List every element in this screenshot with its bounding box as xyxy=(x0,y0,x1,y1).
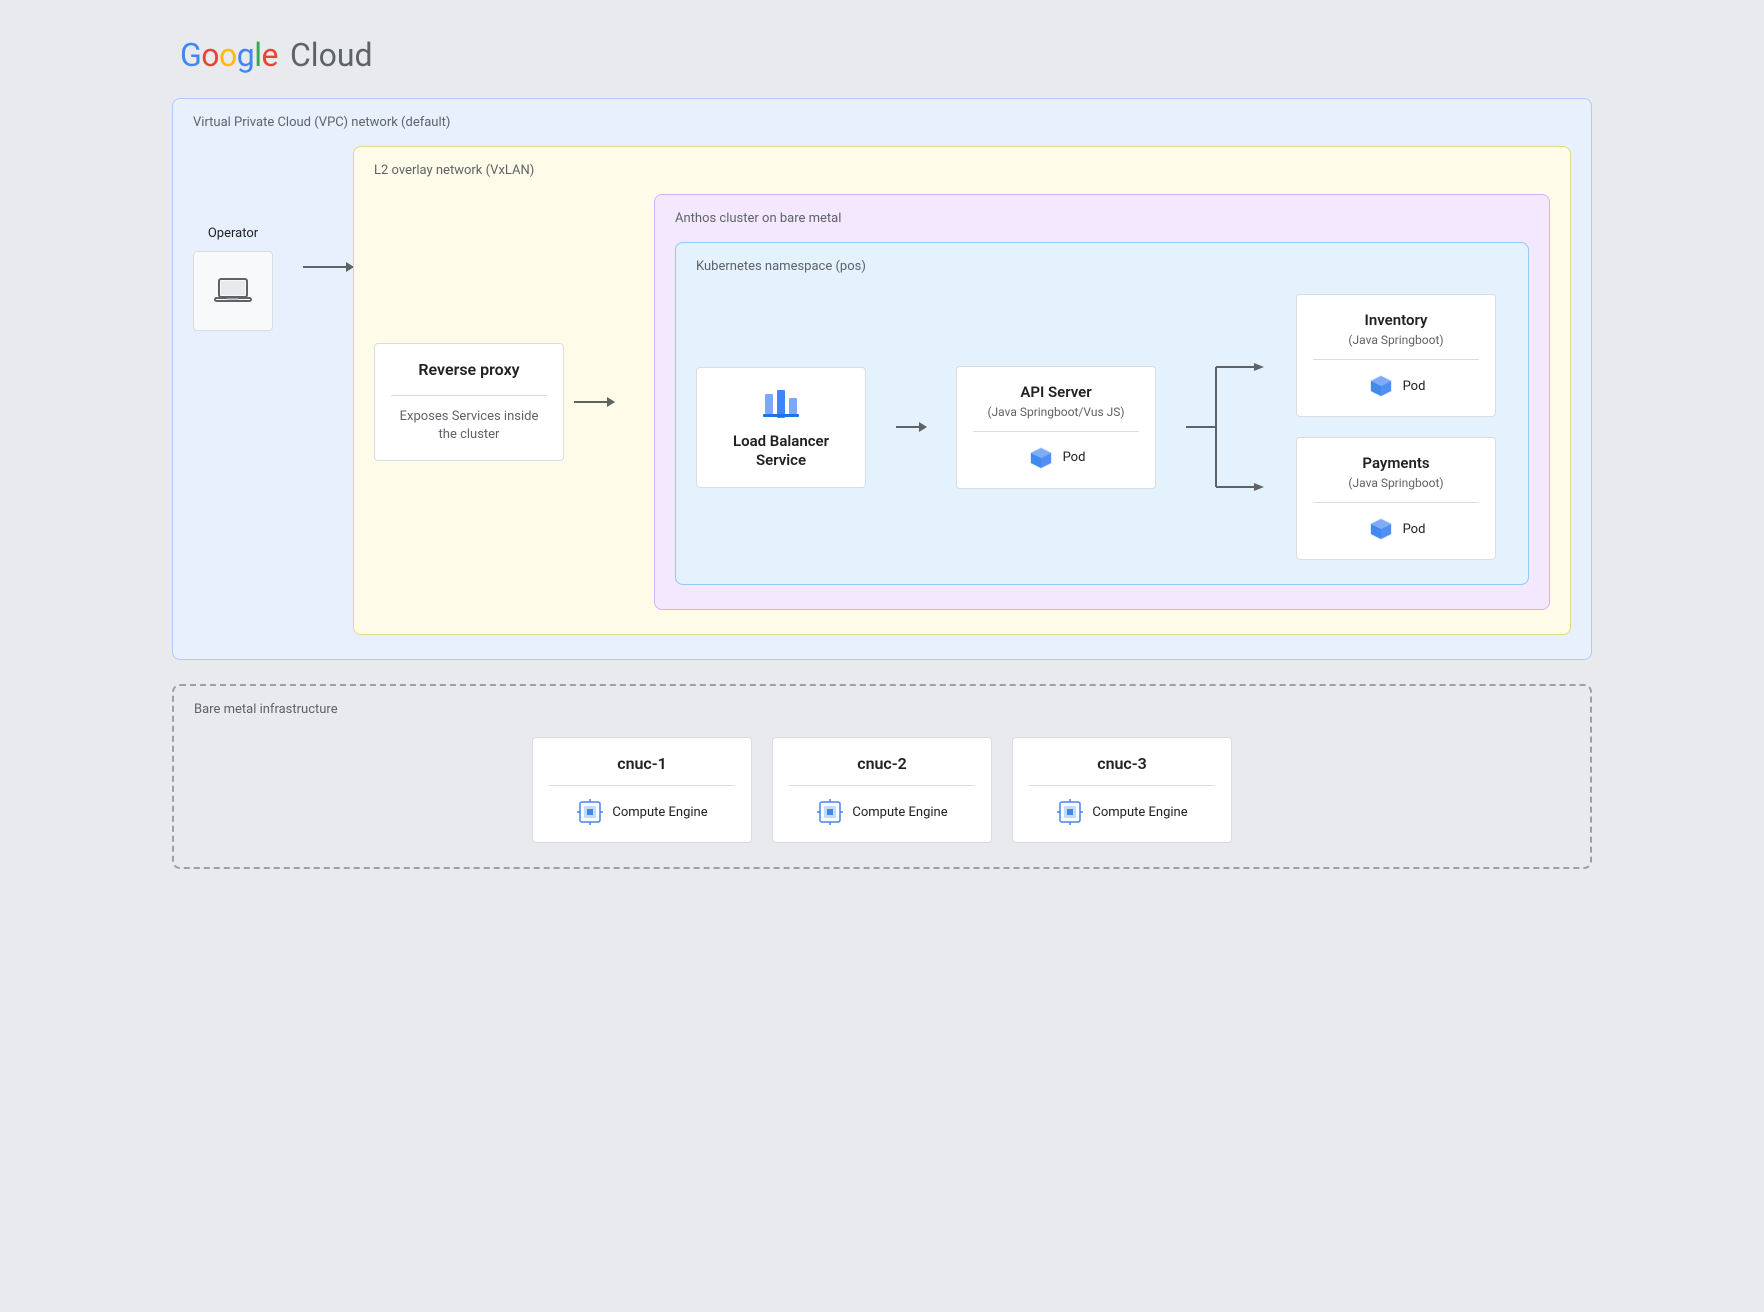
inventory-pod-icon xyxy=(1367,372,1395,400)
ce-icon-2 xyxy=(816,798,844,826)
infra-nodes: cnuc-1 Compute Engine cnuc- xyxy=(194,737,1570,843)
payments-pod-label: Pod xyxy=(1403,522,1426,537)
operator-box xyxy=(193,251,273,331)
anthos-box: Anthos cluster on bare metal Kubernetes … xyxy=(654,194,1550,610)
inventory-box: Inventory (Java Springboot) xyxy=(1296,294,1496,417)
lb-icon xyxy=(759,384,803,424)
bare-metal-label: Bare metal infrastructure xyxy=(194,702,1570,717)
node-cnuc3-title: cnuc-3 xyxy=(1029,754,1215,773)
node-cnuc3: cnuc-3 Compute Engine xyxy=(1012,737,1232,843)
ce-icon-3 xyxy=(1056,798,1084,826)
api-title: API Server xyxy=(973,383,1139,401)
payments-pod-icon xyxy=(1367,515,1395,543)
api-pod-icon xyxy=(1027,444,1055,472)
bare-metal-box: Bare metal infrastructure cnuc-1 Comp xyxy=(172,684,1592,869)
header: Google Cloud xyxy=(20,20,1744,98)
payments-subtitle: (Java Springboot) xyxy=(1313,476,1479,490)
api-server-box: API Server (Java Springboot/Vus JS) xyxy=(956,366,1156,489)
k8s-label: Kubernetes namespace (pos) xyxy=(696,259,1508,274)
node-cnuc2-title: cnuc-2 xyxy=(789,754,975,773)
l2-box: L2 overlay network (VxLAN) Reverse proxy… xyxy=(353,146,1571,635)
operator-to-proxy-arrow xyxy=(303,266,353,268)
vpc-label: Virtual Private Cloud (VPC) network (def… xyxy=(193,115,1571,130)
google-logo: Google xyxy=(180,36,278,74)
payments-title: Payments xyxy=(1313,454,1479,472)
api-subtitle: (Java Springboot/Vus JS) xyxy=(973,405,1139,419)
l2-label: L2 overlay network (VxLAN) xyxy=(374,163,1550,178)
load-balancer-box: Load Balancer Service xyxy=(696,367,866,488)
k8s-box: Kubernetes namespace (pos) xyxy=(675,242,1529,585)
node-cnuc1-compute: Compute Engine xyxy=(612,805,707,820)
lb-to-api-arrow xyxy=(896,426,926,428)
reverse-proxy-title: Reverse proxy xyxy=(391,360,547,379)
branch-arrows xyxy=(1186,327,1266,527)
ce-icon-1 xyxy=(576,798,604,826)
node-cnuc2: cnuc-2 Compute Engine xyxy=(772,737,992,843)
node-cnuc3-compute: Compute Engine xyxy=(1092,805,1187,820)
lb-text: Load Balancer Service xyxy=(713,432,849,471)
anthos-label: Anthos cluster on bare metal xyxy=(675,211,1529,226)
node-cnuc2-compute: Compute Engine xyxy=(852,805,947,820)
laptop-icon xyxy=(213,271,253,311)
node-cnuc1: cnuc-1 Compute Engine xyxy=(532,737,752,843)
api-pod-label: Pod xyxy=(1063,450,1086,465)
vpc-box: Virtual Private Cloud (VPC) network (def… xyxy=(172,98,1592,660)
reverse-proxy-desc: Exposes Services inside the cluster xyxy=(391,408,547,444)
operator-section: Operator xyxy=(193,226,273,331)
reverse-proxy-box: Reverse proxy Exposes Services inside th… xyxy=(374,343,564,461)
payments-box: Payments (Java Springboot) xyxy=(1296,437,1496,560)
inventory-title: Inventory xyxy=(1313,311,1479,329)
proxy-to-lb-arrow xyxy=(574,401,614,403)
operator-label: Operator xyxy=(208,226,258,241)
cloud-text: Cloud xyxy=(282,36,372,74)
inventory-subtitle: (Java Springboot) xyxy=(1313,333,1479,347)
inventory-pod-label: Pod xyxy=(1403,379,1426,394)
node-cnuc1-title: cnuc-1 xyxy=(549,754,735,773)
right-boxes: Inventory (Java Springboot) xyxy=(1296,294,1496,560)
